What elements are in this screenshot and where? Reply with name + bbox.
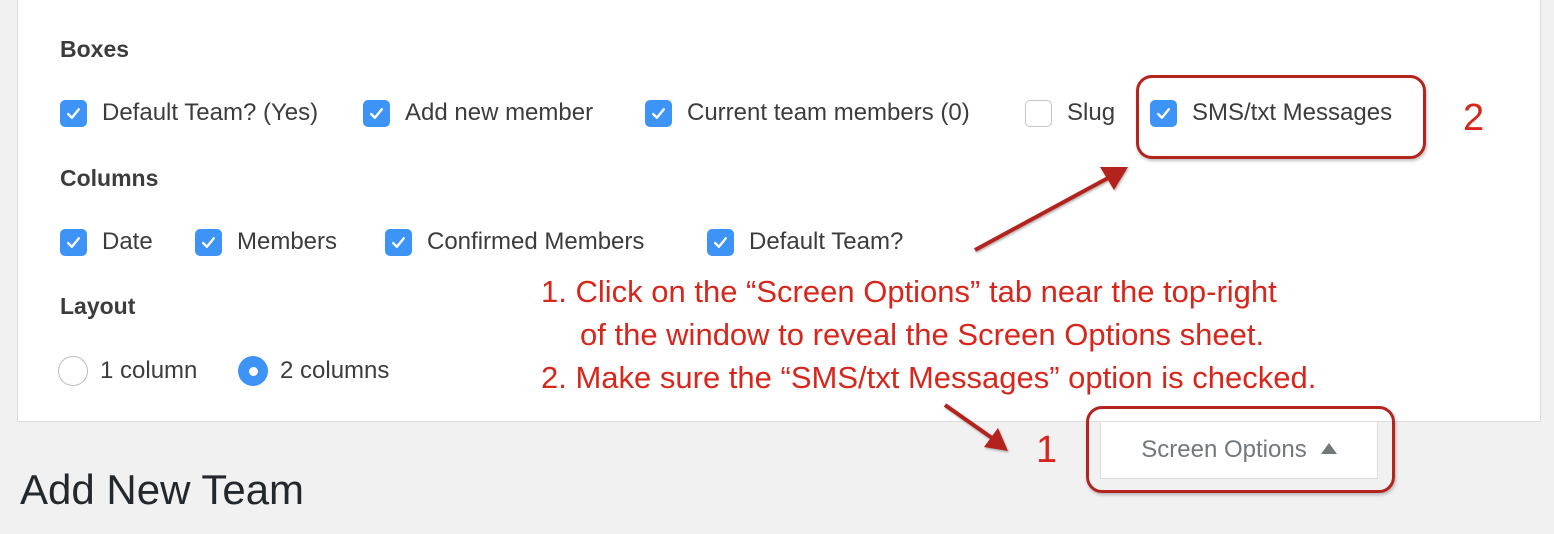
- checkbox-checked-icon[interactable]: [363, 99, 390, 127]
- annotation-marker-2: 2: [1463, 97, 1485, 139]
- checkbox-column-members[interactable]: Members: [195, 227, 337, 257]
- checkbox-label: Current team members (0): [687, 99, 970, 126]
- checkbox-label: Confirmed Members: [427, 228, 645, 255]
- checkbox-add-new-member[interactable]: Add new member: [363, 98, 593, 128]
- checkbox-checked-icon[interactable]: [707, 228, 734, 256]
- radio-unselected-icon[interactable]: [58, 356, 88, 386]
- checkbox-checked-icon[interactable]: [60, 228, 87, 256]
- checkbox-checked-icon[interactable]: [645, 99, 672, 127]
- radio-label: 2 columns: [280, 357, 390, 384]
- checkbox-column-default-team[interactable]: Default Team?: [707, 227, 903, 257]
- checkbox-column-date[interactable]: Date: [60, 227, 153, 257]
- page-title: Add New Team: [20, 466, 305, 513]
- checkbox-checked-icon[interactable]: [385, 228, 412, 256]
- checkbox-label: Default Team? (Yes): [102, 99, 319, 126]
- columns-heading: Columns: [60, 165, 159, 191]
- annotation-highlight-screen-options: [1086, 406, 1395, 493]
- checkbox-slug[interactable]: Slug: [1025, 98, 1115, 128]
- layout-heading: Layout: [60, 293, 136, 319]
- checkbox-label: Date: [102, 228, 153, 255]
- checkbox-label: Members: [237, 228, 338, 255]
- radio-selected-icon[interactable]: [238, 356, 268, 386]
- checkbox-label: Default Team?: [749, 228, 904, 255]
- radio-2-columns[interactable]: 2 columns: [238, 356, 389, 386]
- checkbox-label: Slug: [1067, 99, 1116, 126]
- annotation-instructions: 1. Click on the “Screen Options” tab nea…: [541, 270, 1316, 399]
- checkbox-label: Add new member: [405, 99, 594, 126]
- checkbox-column-confirmed-members[interactable]: Confirmed Members: [385, 227, 644, 257]
- checkbox-unchecked-icon[interactable]: [1025, 99, 1052, 127]
- instruction-line: of the window to reveal the Screen Optio…: [580, 317, 1265, 352]
- annotation-marker-1: 1: [1036, 429, 1058, 471]
- radio-label: 1 column: [100, 357, 198, 384]
- checkbox-default-team-yes[interactable]: Default Team? (Yes): [60, 98, 318, 128]
- instruction-line: 2. Make sure the “SMS/txt Messages” opti…: [541, 360, 1317, 395]
- checkbox-checked-icon[interactable]: [60, 99, 87, 127]
- radio-1-column[interactable]: 1 column: [58, 356, 197, 386]
- instruction-line: 1. Click on the “Screen Options” tab nea…: [541, 274, 1277, 309]
- annotation-highlight-sms: [1136, 75, 1426, 159]
- checkbox-current-team-members[interactable]: Current team members (0): [645, 98, 970, 128]
- checkbox-checked-icon[interactable]: [195, 228, 222, 256]
- boxes-heading: Boxes: [60, 36, 130, 62]
